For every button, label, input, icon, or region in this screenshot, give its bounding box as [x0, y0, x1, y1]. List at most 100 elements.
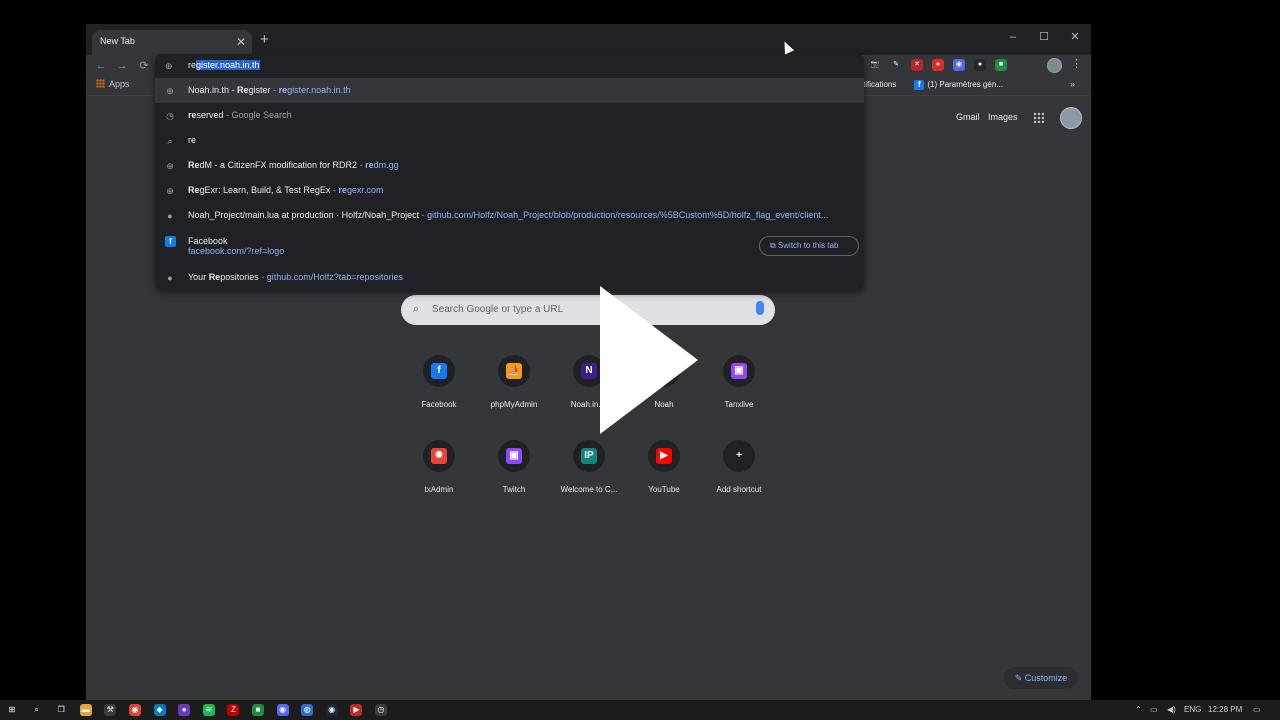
facebook-icon: f — [165, 236, 176, 247]
switch-to-tab-button[interactable]: ⧉ Switch to this tab — [759, 236, 859, 256]
shortcut-tile[interactable]: + Add shortcut — [704, 440, 774, 520]
suggestion-icon: ⊕ — [166, 86, 174, 96]
close-tab-icon[interactable]: ✕ — [236, 33, 246, 51]
suggestion-match: Re — [208, 272, 221, 282]
shortcut-icon: ▣ — [506, 448, 522, 464]
shortcut-label: Welcome to C... — [560, 485, 618, 494]
video-play-overlay-icon[interactable] — [600, 286, 698, 434]
tab-new-tab[interactable]: New Tab ✕ — [92, 30, 252, 55]
omnibox-input[interactable]: register.noah.in.th — [188, 60, 260, 70]
shortcut-icon: + — [731, 448, 747, 464]
bookmark-parametres[interactable]: (1) Paramètres gén... — [927, 80, 1003, 89]
search-icon[interactable]: ⌕ — [30, 704, 43, 716]
reload-button[interactable]: ⟳ — [136, 58, 152, 74]
clock[interactable]: 12:28 PM — [1208, 705, 1242, 714]
suggestion-title: gExr: Learn, Build, & Test RegEx — [199, 185, 331, 195]
tab-title: New Tab — [100, 36, 135, 46]
suggestion-title: re — [188, 135, 197, 145]
shortcut-icon: f — [431, 363, 447, 379]
suggestion-title: positories — [220, 272, 259, 282]
maximize-button[interactable]: ☐ — [1030, 27, 1058, 47]
shortcut-tile[interactable]: ⛵ phpMyAdmin — [479, 355, 549, 435]
images-link[interactable]: Images — [988, 112, 1018, 122]
suggestion-title: Noah.in.th - — [188, 85, 238, 95]
github-extension-icon[interactable]: ● — [974, 59, 986, 71]
green-extension-icon[interactable]: ■ — [995, 59, 1007, 71]
purple-app-icon[interactable]: ● — [178, 704, 191, 716]
shortcut-icon: ⛵ — [506, 363, 522, 379]
suggestion-separator: - — [223, 110, 232, 120]
discord-icon[interactable]: ◉ — [276, 704, 289, 716]
volume-icon[interactable]: ◀) — [1167, 705, 1176, 714]
ladybug-extension-icon[interactable]: ● — [932, 59, 944, 71]
suggestion-icon: ◷ — [166, 111, 174, 121]
suggestion-item[interactable]: ⊕ RedM - a CitizenFX modification for RDR… — [155, 153, 864, 178]
omnibox-input-row[interactable]: ⊕ register.noah.in.th — [155, 54, 864, 78]
shortcut-tile[interactable]: IP Welcome to C... — [554, 440, 624, 520]
gmail-link[interactable]: Gmail — [956, 112, 980, 122]
new-tab-button[interactable]: + — [260, 30, 269, 50]
suggestion-match: Re — [188, 160, 200, 170]
spotify-icon[interactable]: ≋ — [202, 704, 215, 716]
shortcut-label: Twitch — [502, 485, 526, 494]
suggestion-url: github.com/Holfz?tab=repositories — [266, 272, 404, 282]
suggestion-text: Noah.in.th - Register - register.noah.in… — [188, 85, 351, 95]
tray-arrow-icon[interactable]: ⌃ — [1135, 705, 1142, 714]
google-apps-icon[interactable] — [1033, 112, 1044, 123]
menu-kebab-icon[interactable]: ⋮ — [1071, 57, 1082, 70]
task-view-icon[interactable]: ❐ — [55, 704, 68, 716]
blue-app-icon[interactable]: ◍ — [301, 704, 314, 716]
suggestion-item[interactable]: ● Noah_Project/main.lua at production · H… — [155, 203, 864, 228]
chrome-icon[interactable]: ◉ — [129, 704, 141, 716]
suggestion-url: facebook.com/?ref=logo — [188, 246, 285, 256]
suggestion-text: Facebook facebook.com/?ref=logo — [188, 236, 284, 256]
network-icon[interactable]: ▭ — [1150, 705, 1158, 714]
suggestion-item[interactable]: ⊕ RegExr: Learn, Build, & Test RegEx - re… — [155, 178, 864, 203]
suggestion-icon: ● — [167, 273, 173, 283]
notification-icon[interactable]: ▭ — [1253, 705, 1261, 714]
filezilla-icon[interactable]: Z — [227, 704, 240, 716]
shortcut-tile[interactable]: ✹ txAdmin — [404, 440, 474, 520]
suggestion-title: served — [196, 110, 224, 120]
clock-app-icon[interactable]: ◷ — [375, 704, 387, 716]
back-button[interactable]: ← — [93, 58, 109, 74]
language-indicator[interactable]: ENG — [1184, 705, 1201, 714]
bookmark-apps[interactable]: Apps — [96, 79, 130, 89]
vpn-extension-icon[interactable]: ✕ — [911, 59, 923, 71]
suggestion-item[interactable]: ◷ reserved - Google Search — [155, 103, 864, 128]
red-app-icon[interactable]: ▶ — [350, 704, 363, 716]
shortcut-label: Tanxlive — [724, 400, 754, 409]
green-app-icon[interactable]: ■ — [252, 704, 264, 716]
pen-extension-icon[interactable]: ✎ — [890, 59, 902, 71]
forward-button[interactable]: → — [114, 58, 130, 74]
shortcut-tile[interactable]: ▶ YouTube — [629, 440, 699, 520]
apps-label: Apps — [109, 79, 130, 89]
hammer-app-icon[interactable]: ⚒ — [104, 704, 117, 716]
shortcut-tile[interactable]: f Facebook — [404, 355, 474, 435]
discord-extension-icon[interactable]: ◉ — [953, 59, 965, 71]
suggestion-item[interactable]: f Facebook facebook.com/?ref=logo ⧉ Switch … — [155, 228, 864, 264]
shortcut-tile[interactable]: ▣ Tanxlive — [704, 355, 774, 435]
suggestion-item[interactable]: ⊕ Noah.in.th - Register - register.noah.i… — [155, 78, 864, 103]
ntp-search-box[interactable]: ⌕ Search Google or type a URL — [401, 295, 775, 325]
shortcut-icon: ✹ — [431, 448, 447, 464]
suggestion-match: Re — [237, 85, 249, 95]
customize-button[interactable]: ✎ Customize — [1004, 667, 1078, 689]
file-explorer-icon[interactable]: ▬ — [79, 704, 92, 716]
suggestion-text: re — [188, 135, 196, 145]
steam-icon[interactable]: ◉ — [325, 704, 338, 716]
facebook-icon: f — [914, 80, 925, 90]
more-bookmarks-icon[interactable]: » — [1070, 79, 1075, 89]
shortcut-tile[interactable]: ▣ Twitch — [479, 440, 549, 520]
minimize-button[interactable]: – — [999, 27, 1027, 47]
close-window-button[interactable]: ✕ — [1061, 27, 1089, 47]
suggestion-item[interactable]: ● Your Repositories - github.com/Holfz?ta… — [155, 265, 864, 290]
suggestion-title-rest: gister — [248, 85, 271, 95]
suggestion-title: Facebook — [188, 236, 228, 246]
suggestion-item[interactable]: ⌕ re — [155, 128, 864, 153]
vscode-icon[interactable]: ◆ — [153, 704, 166, 716]
windows-start-icon[interactable]: ⊞ — [6, 704, 18, 716]
microphone-icon[interactable] — [756, 301, 764, 315]
account-avatar[interactable] — [1060, 107, 1082, 129]
profile-avatar[interactable] — [1047, 58, 1062, 73]
